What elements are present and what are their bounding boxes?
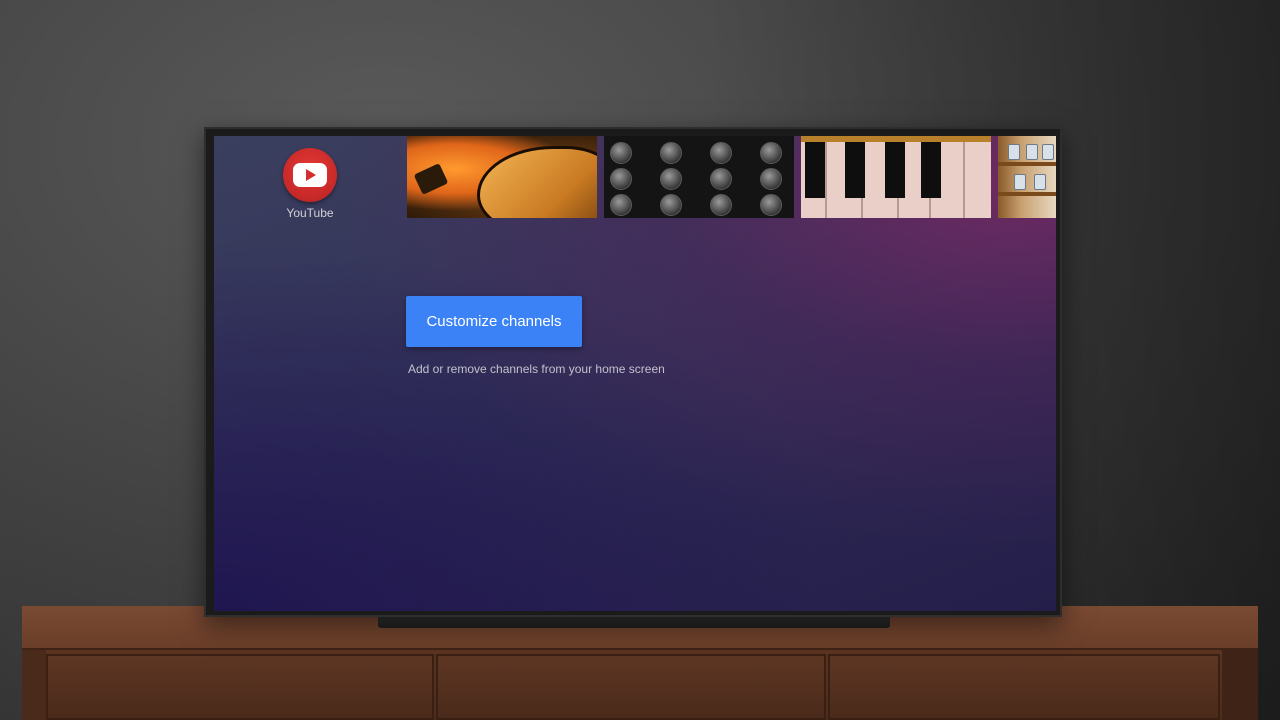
cabinet-drawer <box>436 654 826 720</box>
piano-black-key <box>845 142 865 198</box>
knob-image <box>610 142 632 164</box>
knob-image <box>660 168 682 190</box>
channel-thumbnail-piano[interactable] <box>801 136 991 218</box>
knob-image <box>760 194 782 216</box>
knob-image <box>610 168 632 190</box>
channel-thumbnail-mixer[interactable] <box>604 136 794 218</box>
piano-key-divider <box>963 142 965 218</box>
piano-key-divider <box>825 142 827 218</box>
shelf-image <box>998 192 1056 196</box>
channel-thumbnail-shelf[interactable] <box>998 136 1056 218</box>
youtube-icon-inner <box>293 163 327 187</box>
mug-image <box>1026 144 1038 160</box>
knob-image <box>760 168 782 190</box>
guitar-image <box>477 146 597 218</box>
cabinet-side-right <box>1222 650 1258 720</box>
cabinet-drawer <box>828 654 1220 720</box>
knob-image <box>760 142 782 164</box>
play-icon <box>306 169 316 181</box>
knob-image <box>710 168 732 190</box>
mug-image <box>1014 174 1026 190</box>
knob-image <box>710 194 732 216</box>
cabinet-drawer <box>46 654 434 720</box>
guitar-bridge-image <box>413 163 449 195</box>
app-label: YouTube <box>286 206 334 220</box>
knob-image <box>660 142 682 164</box>
tv-home-screen: YouTube Customize channels Add or remove… <box>214 136 1056 611</box>
customize-channels-hint: Add or remove channels from your home sc… <box>408 362 665 376</box>
knob-image <box>610 194 632 216</box>
piano-black-key <box>805 142 825 198</box>
mug-image <box>1034 174 1046 190</box>
channel-thumbnail-guitar[interactable] <box>407 136 597 218</box>
mug-image <box>1042 144 1054 160</box>
shelf-image <box>998 162 1056 166</box>
piano-black-key <box>885 142 905 198</box>
youtube-icon <box>283 148 337 202</box>
mug-image <box>1008 144 1020 160</box>
piano-black-key <box>921 142 941 198</box>
customize-channels-button[interactable]: Customize channels <box>406 296 582 347</box>
tv-frame: YouTube Customize channels Add or remove… <box>204 127 1062 617</box>
app-tile-youtube[interactable]: YouTube <box>274 148 346 228</box>
knob-image <box>710 142 732 164</box>
knob-image <box>660 194 682 216</box>
cabinet-side-left <box>22 650 46 720</box>
